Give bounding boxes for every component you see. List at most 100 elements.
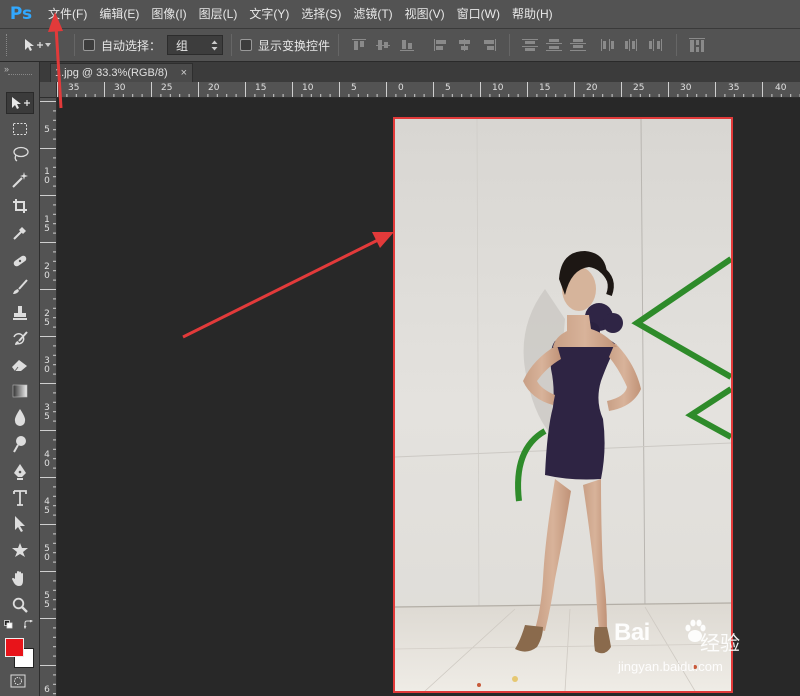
menu-window[interactable]: 窗口(W) [451, 0, 506, 28]
crop-tool[interactable] [6, 195, 34, 217]
path-selection-tool[interactable] [6, 513, 34, 535]
move-tool[interactable] [6, 92, 34, 114]
align-left-edges-icon[interactable] [432, 36, 450, 54]
ruler-left-label: 2 5 [44, 309, 50, 328]
align-top-edges-icon[interactable] [350, 36, 368, 54]
align-bottom-edges-icon[interactable] [398, 36, 416, 54]
auto-align-layers-icon[interactable] [688, 36, 706, 54]
hand-tool-icon [12, 571, 23, 586]
tool-preset-picker[interactable] [22, 33, 66, 57]
distribute-left-icon[interactable] [599, 36, 617, 54]
brush-tool[interactable] [6, 276, 34, 298]
options-grip[interactable] [6, 34, 12, 56]
healing-brush-tool[interactable] [6, 250, 34, 272]
show-transform-checkbox[interactable] [240, 39, 253, 51]
quick-mask-icon[interactable] [10, 674, 26, 688]
menu-bar: Ps 文件(F) 编辑(E) 图像(I) 图层(L) 文字(Y) 选择(S) 滤… [0, 0, 800, 28]
distribute-horizontal-centers-icon[interactable] [623, 36, 641, 54]
menu-file[interactable]: 文件(F) [42, 0, 93, 28]
ruler-top-label: 15 [255, 83, 267, 93]
ruler-top-label: 5 [445, 83, 451, 93]
lasso-tool-icon [13, 146, 29, 162]
separator [338, 34, 340, 56]
gradient-tool[interactable] [6, 380, 34, 402]
ruler-left-label: 4 0 [44, 450, 50, 469]
history-brush-tool[interactable] [6, 328, 34, 350]
hand-tool[interactable] [6, 568, 34, 590]
panel-grip[interactable] [8, 74, 32, 76]
auto-select-checkbox[interactable] [83, 39, 95, 51]
ruler-left-label: 5 0 [44, 544, 50, 563]
pen-tool[interactable] [6, 461, 34, 483]
ruler-origin[interactable] [40, 82, 57, 98]
ruler-left-label: 2 0 [44, 262, 50, 281]
panel-collapse-icon[interactable]: ›› [4, 64, 9, 74]
menu-filter[interactable]: 滤镜(T) [347, 0, 398, 28]
brush-tool-icon [13, 279, 28, 294]
ruler-top-label: 10 [492, 83, 504, 93]
canvas-area[interactable] [57, 98, 800, 696]
align-right-edges-icon[interactable] [480, 36, 498, 54]
align-horizontal-centers-icon[interactable] [456, 36, 474, 54]
ruler-left-label: 3 5 [44, 403, 50, 422]
menu-edit[interactable]: 编辑(E) [93, 0, 145, 28]
ruler-top-label: 20 [586, 83, 598, 93]
lasso-tool[interactable] [6, 143, 34, 165]
ruler-top-label: 35 [728, 83, 740, 93]
menu-image[interactable]: 图像(I) [145, 0, 192, 28]
eraser-tool[interactable] [6, 354, 34, 376]
ruler-top-label: 35 [68, 83, 80, 93]
eyedropper-tool[interactable] [6, 222, 34, 244]
options-bar: 自动选择： 组 显示变换控件 [0, 28, 800, 62]
ruler-left-label: 3 0 [44, 356, 50, 375]
menu-select[interactable]: 选择(S) [295, 0, 347, 28]
history-brush-icon [13, 331, 28, 345]
watermark-brand: Bai [614, 619, 650, 646]
swap-colors-icon[interactable] [24, 620, 33, 629]
separator [231, 34, 233, 56]
ruler-top-label: 40 [775, 83, 787, 93]
auto-select-label: 自动选择： [101, 38, 162, 53]
blur-tool[interactable] [6, 406, 34, 428]
distribute-vertical-centers-icon[interactable] [545, 36, 563, 54]
magic-wand-tool[interactable] [6, 169, 34, 191]
default-colors-icon[interactable] [4, 620, 13, 629]
ruler-top-label: 10 [302, 83, 314, 93]
document-image[interactable] [395, 119, 731, 691]
foreground-color-swatch[interactable] [5, 638, 24, 657]
dodge-tool[interactable] [6, 433, 34, 455]
ruler-top-label: 25 [161, 83, 173, 93]
ruler-top-label: 30 [114, 83, 126, 93]
menu-view[interactable]: 视图(V) [399, 0, 451, 28]
close-icon[interactable]: × [181, 64, 187, 82]
menu-type[interactable]: 文字(Y) [243, 0, 295, 28]
vertical-ruler[interactable]: 5 1 0 1 5 2 0 2 5 3 0 3 5 4 0 4 5 5 0 5 … [40, 98, 57, 696]
clone-stamp-tool[interactable] [6, 302, 34, 324]
menu-layer[interactable]: 图层(L) [193, 0, 244, 28]
zoom-tool[interactable] [6, 594, 34, 616]
magic-wand-icon [12, 172, 28, 188]
auto-select-dropdown[interactable]: 组 [167, 35, 224, 55]
marquee-tool-icon [13, 123, 27, 135]
horizontal-ruler[interactable]: 35 30 25 20 15 10 5 0 5 10 15 20 25 30 3… [57, 82, 800, 98]
align-vertical-centers-icon[interactable] [374, 36, 392, 54]
distribute-top-icon[interactable] [521, 36, 539, 54]
image-highlight-box [393, 117, 733, 693]
auto-select-value: 组 [176, 38, 189, 53]
marquee-tool[interactable] [6, 118, 34, 140]
menu-help[interactable]: 帮助(H) [506, 0, 559, 28]
custom-shape-tool[interactable] [6, 539, 34, 561]
type-tool[interactable] [6, 487, 34, 509]
custom-shape-icon [12, 543, 28, 557]
path-selection-icon [15, 516, 25, 532]
document-tabs: 1.jpg @ 33.3%(RGB/8) × [40, 62, 800, 82]
document-tab[interactable]: 1.jpg @ 33.3%(RGB/8) × [50, 63, 193, 82]
ruler-left-label: 1 0 [44, 167, 50, 186]
distribute-bottom-icon[interactable] [569, 36, 587, 54]
chevron-down-icon [45, 43, 51, 47]
distribute-right-icon[interactable] [647, 36, 665, 54]
eyedropper-icon [13, 227, 26, 240]
ruler-top-label: 20 [208, 83, 220, 93]
separator [676, 34, 678, 56]
ruler-left-label: 5 5 [44, 591, 50, 610]
